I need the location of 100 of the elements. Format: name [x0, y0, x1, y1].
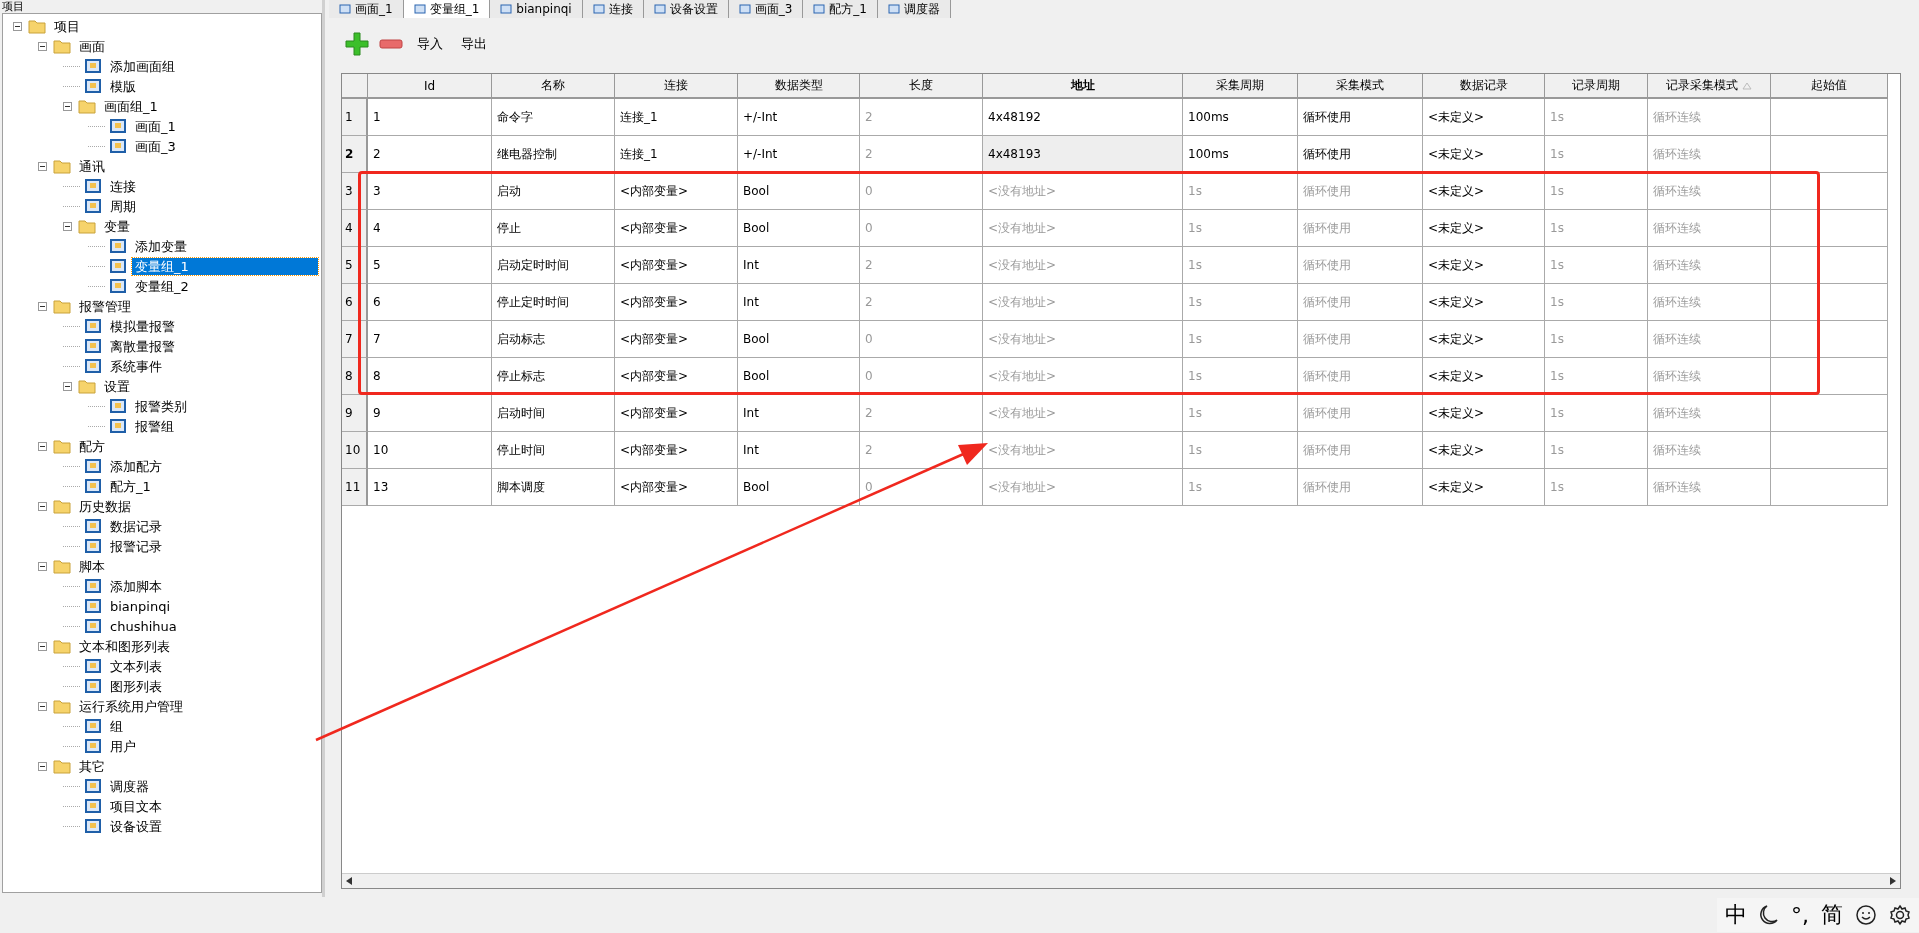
tree-item[interactable]: 其它 [76, 757, 108, 775]
editor-tab[interactable]: bianpinqi [490, 0, 583, 18]
editor-tab[interactable]: 画面_1 [329, 0, 404, 18]
tree-item[interactable]: 画面_1 [132, 117, 179, 135]
column-header[interactable]: 地址 [983, 74, 1183, 99]
collapse-toggle[interactable] [63, 381, 72, 391]
moon-icon[interactable] [1759, 904, 1779, 926]
folder-icon [78, 98, 96, 114]
tree-item[interactable]: 文本列表 [107, 657, 165, 675]
editor-tab[interactable]: 调度器 [878, 0, 951, 18]
column-header[interactable]: 数据记录 [1423, 74, 1545, 99]
tree-item[interactable]: 配方 [76, 437, 108, 455]
tree-item[interactable]: 通讯 [76, 157, 108, 175]
document-icon [109, 118, 127, 134]
column-header[interactable]: Id [368, 74, 492, 99]
column-header[interactable]: 名称 [492, 74, 615, 99]
editor-tab[interactable]: 变量组_1 [403, 0, 491, 18]
tree-item[interactable]: 图形列表 [107, 677, 165, 695]
tree-item[interactable]: 系统事件 [107, 357, 165, 375]
collapse-toggle[interactable] [38, 561, 47, 571]
smiley-icon[interactable] [1855, 904, 1877, 926]
input-mode-toggle[interactable]: 中 [1725, 900, 1747, 930]
column-header[interactable]: 记录采集模式 [1648, 74, 1771, 99]
tree-item[interactable]: 项目文本 [107, 797, 165, 815]
add-icon[interactable] [345, 32, 369, 56]
row-header[interactable]: 10 [342, 432, 368, 469]
tree-item[interactable]: 变量组_1 [132, 257, 318, 275]
collapse-toggle[interactable] [38, 501, 47, 511]
column-header[interactable]: 采集周期 [1183, 74, 1298, 99]
collapse-toggle[interactable] [63, 101, 72, 111]
tree-item[interactable]: 运行系统用户管理 [76, 697, 186, 715]
row-header[interactable]: 9 [342, 395, 368, 432]
row-header[interactable]: 11 [342, 469, 368, 506]
horizontal-scrollbar[interactable] [342, 873, 1900, 888]
collapse-toggle[interactable] [38, 441, 47, 451]
left-arrow-icon[interactable] [346, 877, 352, 885]
collapse-toggle[interactable] [38, 301, 47, 311]
tree-item[interactable]: 模版 [107, 77, 139, 95]
column-header[interactable]: 记录周期 [1545, 74, 1648, 99]
table-cell: 1s [1545, 173, 1648, 210]
tree-item[interactable]: 报警记录 [107, 537, 165, 555]
import-button[interactable]: 导入 [413, 33, 447, 55]
collapse-toggle[interactable] [38, 641, 47, 651]
tree-item[interactable]: 历史数据 [76, 497, 134, 515]
punctuation-toggle[interactable]: °, [1791, 902, 1809, 928]
column-header[interactable]: 采集模式 [1298, 74, 1423, 99]
tree-item[interactable]: 用户 [107, 737, 139, 755]
tree-item[interactable]: 添加变量 [132, 237, 190, 255]
tree-item[interactable]: 报警类别 [132, 397, 190, 415]
collapse-toggle[interactable] [38, 761, 47, 771]
tree-item[interactable]: 报警组 [132, 417, 177, 435]
tree-item[interactable]: 组 [107, 717, 126, 735]
collapse-toggle[interactable] [38, 161, 47, 171]
tree-item[interactable]: 变量 [101, 217, 133, 235]
column-header[interactable]: 连接 [615, 74, 738, 99]
tree-item[interactable]: 画面 [76, 37, 108, 55]
tree-item[interactable]: 项目 [51, 17, 83, 35]
tree-item[interactable]: 调度器 [107, 777, 152, 795]
tree-item[interactable]: 画面组_1 [101, 97, 161, 115]
tree-item[interactable]: 文本和图形列表 [76, 637, 173, 655]
table-cell: <没有地址> [983, 321, 1183, 358]
column-header[interactable]: 起始值 [1771, 74, 1888, 99]
right-arrow-icon[interactable] [1890, 877, 1896, 885]
editor-tab[interactable]: 连接 [582, 0, 644, 18]
tree-item[interactable]: bianpinqi [107, 597, 174, 615]
row-header[interactable]: 2 [342, 136, 368, 173]
tree-item[interactable]: 报警管理 [76, 297, 134, 315]
column-header[interactable]: 数据类型 [738, 74, 860, 99]
export-button[interactable]: 导出 [457, 33, 491, 55]
table-cell: 启动 [492, 173, 615, 210]
collapse-toggle[interactable] [38, 41, 47, 51]
tree-item[interactable]: 离散量报警 [107, 337, 178, 355]
script-toggle[interactable]: 简 [1821, 900, 1843, 930]
tree-item[interactable]: 设备设置 [107, 817, 165, 835]
collapse-toggle[interactable] [63, 221, 72, 231]
tree-item[interactable]: 添加脚本 [107, 577, 165, 595]
table-cell: 脚本调度 [492, 469, 615, 506]
editor-tab[interactable]: 设备设置 [643, 0, 729, 18]
tree-item[interactable]: 画面_3 [132, 137, 179, 155]
collapse-toggle[interactable] [13, 21, 22, 31]
settings-icon[interactable] [1889, 904, 1911, 926]
tree-item[interactable]: 配方_1 [107, 477, 154, 495]
table-cell: <没有地址> [983, 247, 1183, 284]
tree-item[interactable]: 添加画面组 [107, 57, 178, 75]
tree-item[interactable]: 周期 [107, 197, 139, 215]
tree-item[interactable]: 模拟量报警 [107, 317, 178, 335]
tree-item[interactable]: 设置 [101, 377, 133, 395]
window-icon [813, 4, 826, 14]
tree-item[interactable]: 变量组_2 [132, 277, 192, 295]
tree-item[interactable]: 数据记录 [107, 517, 165, 535]
editor-tab[interactable]: 配方_1 [803, 0, 878, 18]
remove-icon[interactable] [379, 39, 403, 49]
editor-tab[interactable]: 画面_3 [728, 0, 804, 18]
collapse-toggle[interactable] [38, 701, 47, 711]
tree-item[interactable]: chushihua [107, 617, 180, 635]
tree-item[interactable]: 连接 [107, 177, 139, 195]
column-header[interactable]: 长度 [860, 74, 983, 99]
tree-item[interactable]: 添加配方 [107, 457, 165, 475]
row-header[interactable]: 1 [342, 99, 368, 136]
tree-item[interactable]: 脚本 [76, 557, 108, 575]
